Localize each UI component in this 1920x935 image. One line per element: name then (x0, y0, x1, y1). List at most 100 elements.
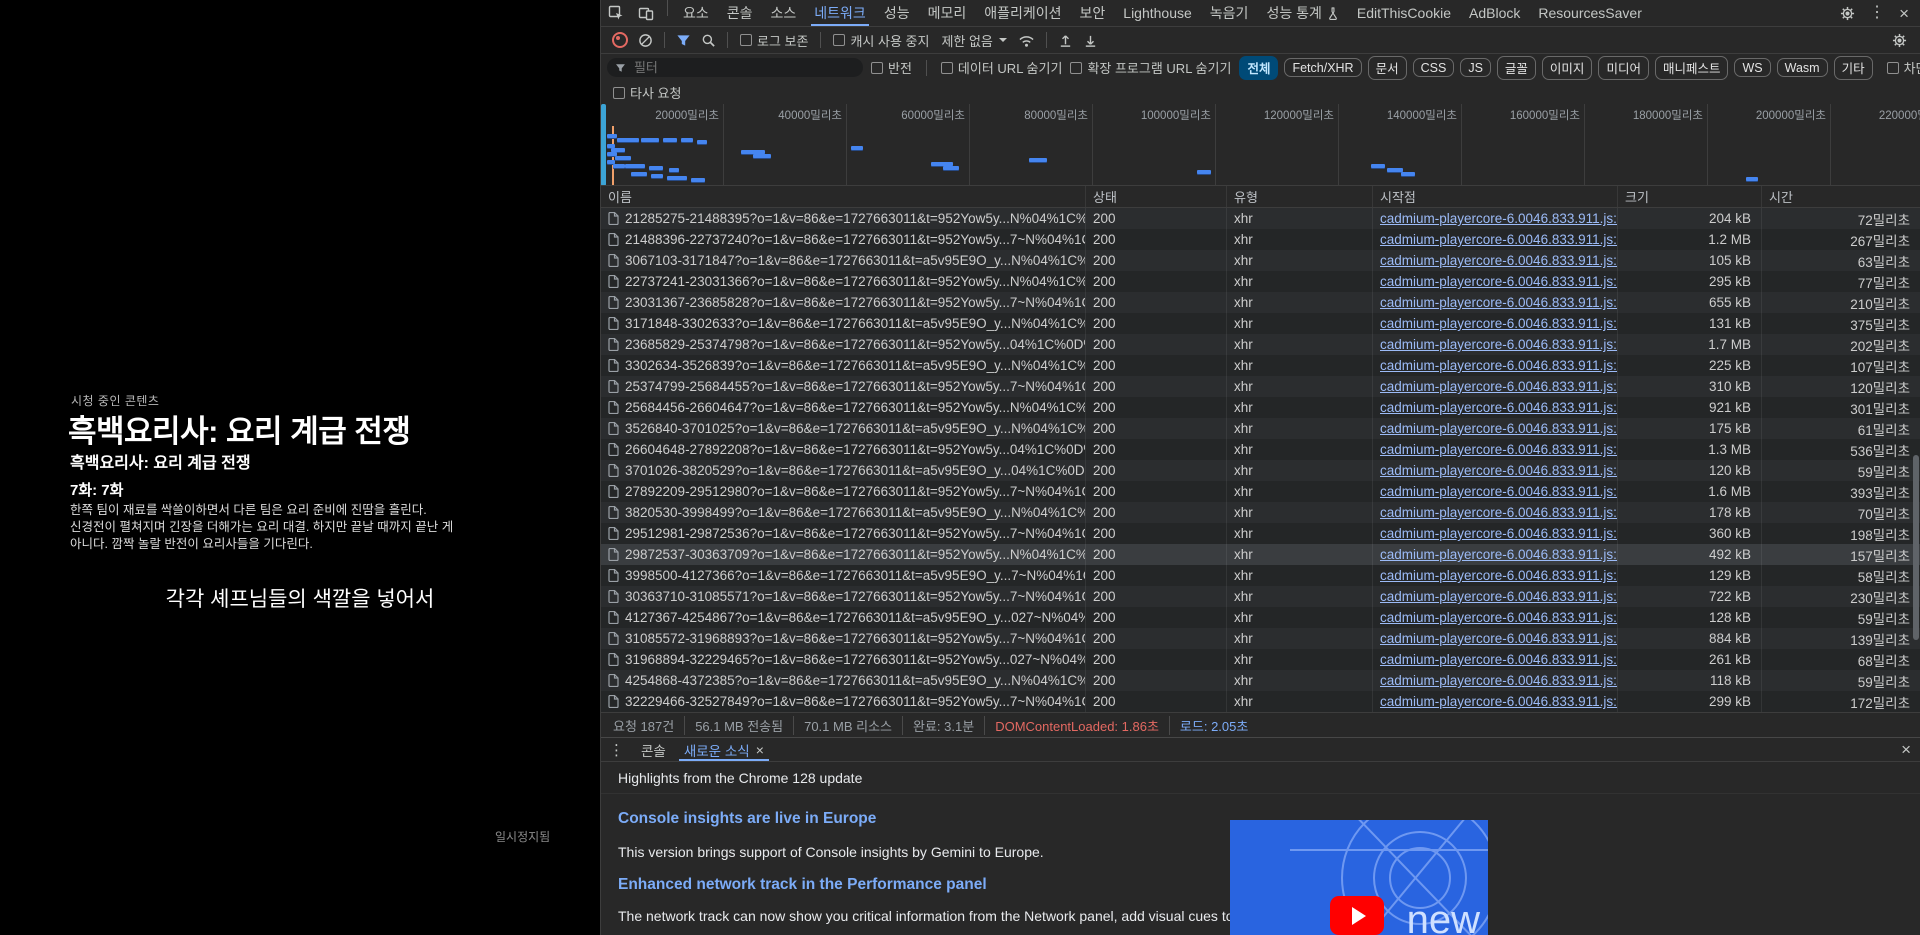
initiator-link[interactable]: cadmium-playercore-6.0046.833.911.js:1 (1380, 253, 1618, 268)
request-name-cell[interactable]: 23685829-25374798?o=1&v=86&e=1727663011&… (601, 334, 1086, 355)
column-header-5[interactable]: 시간 (1762, 186, 1920, 207)
network-overview-timeline[interactable]: 20000밀리초40000밀리초60000밀리초80000밀리초100000밀리… (601, 104, 1920, 186)
checkbox-box[interactable] (871, 62, 883, 74)
tab-lighthouse[interactable]: Lighthouse (1114, 0, 1201, 26)
request-name-cell[interactable]: 3302634-3526839?o=1&v=86&e=1727663011&t=… (601, 355, 1086, 376)
checkbox-box[interactable] (1887, 62, 1899, 74)
table-row[interactable]: 27892209-29512980?o=1&v=86&e=1727663011&… (601, 481, 1920, 502)
network-settings-gear-icon[interactable] (1892, 33, 1915, 48)
request-name-cell[interactable]: 30363710-31085571?o=1&v=86&e=1727663011&… (601, 586, 1086, 607)
table-row[interactable]: 21488396-22737240?o=1&v=86&e=1727663011&… (601, 229, 1920, 250)
tab-콘솔[interactable]: 콘솔 (718, 0, 762, 26)
request-name-cell[interactable]: 3067103-3171847?o=1&v=86&e=1727663011&t=… (601, 250, 1086, 271)
tab-요소[interactable]: 요소 (674, 0, 718, 26)
initiator-link[interactable]: cadmium-playercore-6.0046.833.911.js:1 (1380, 694, 1618, 709)
initiator-link[interactable]: cadmium-playercore-6.0046.833.911.js:1 (1380, 232, 1618, 247)
initiator-link[interactable]: cadmium-playercore-6.0046.833.911.js:1 (1380, 610, 1618, 625)
clear-network-log-icon[interactable] (638, 33, 653, 48)
column-header-3[interactable]: 시작점 (1373, 186, 1618, 207)
request-name-cell[interactable]: 29512981-29872536?o=1&v=86&e=1727663011&… (601, 523, 1086, 544)
table-row[interactable]: 29512981-29872536?o=1&v=86&e=1727663011&… (601, 523, 1920, 544)
table-row[interactable]: 4127367-4254867?o=1&v=86&e=1727663011&t=… (601, 607, 1920, 628)
table-row[interactable]: 23685829-25374798?o=1&v=86&e=1727663011&… (601, 334, 1920, 355)
table-row[interactable]: 3302634-3526839?o=1&v=86&e=1727663011&t=… (601, 355, 1920, 376)
search-icon[interactable] (701, 33, 716, 48)
initiator-link[interactable]: cadmium-playercore-6.0046.833.911.js:1 (1380, 295, 1618, 310)
initiator-link[interactable]: cadmium-playercore-6.0046.833.911.js:1 (1380, 568, 1618, 583)
close-devtools-icon[interactable]: × (1893, 5, 1915, 22)
tab-애플리케이션[interactable]: 애플리케이션 (975, 0, 1070, 26)
third-party-checkbox[interactable]: 타사 요청 (613, 83, 681, 102)
tab-editthiscookie[interactable]: EditThisCookie (1348, 0, 1460, 26)
close-tab-icon[interactable]: × (756, 742, 764, 758)
table-row[interactable]: 25684456-26604647?o=1&v=86&e=1727663011&… (601, 397, 1920, 418)
table-row[interactable]: 3998500-4127366?o=1&v=86&e=1727663011&t=… (601, 565, 1920, 586)
checkbox-box[interactable] (1070, 62, 1082, 74)
initiator-link[interactable]: cadmium-playercore-6.0046.833.911.js:1 (1380, 211, 1618, 226)
request-name-cell[interactable]: 29872537-30363709?o=1&v=86&e=1727663011&… (601, 544, 1086, 565)
initiator-link[interactable]: cadmium-playercore-6.0046.833.911.js:1 (1380, 316, 1618, 331)
initiator-link[interactable]: cadmium-playercore-6.0046.833.911.js:1 (1380, 484, 1618, 499)
initiator-link[interactable]: cadmium-playercore-6.0046.833.911.js:1 (1380, 652, 1618, 667)
request-name-cell[interactable]: 21488396-22737240?o=1&v=86&e=1727663011&… (601, 229, 1086, 250)
filter-input-field[interactable] (607, 58, 863, 77)
request-name-cell[interactable]: 25374799-25684455?o=1&v=86&e=1727663011&… (601, 376, 1086, 397)
initiator-link[interactable]: cadmium-playercore-6.0046.833.911.js:1 (1380, 274, 1618, 289)
table-row[interactable]: 3701026-3820529?o=1&v=86&e=1727663011&t=… (601, 460, 1920, 481)
filter-pill-ws[interactable]: WS (1734, 58, 1770, 77)
article-heading-link[interactable]: Enhanced network track in the Performanc… (618, 876, 987, 894)
column-header-4[interactable]: 크기 (1618, 186, 1762, 207)
export-har-icon[interactable] (1083, 33, 1098, 48)
request-name-cell[interactable]: 32229466-32527849?o=1&v=86&e=1727663011&… (601, 691, 1086, 712)
initiator-link[interactable]: cadmium-playercore-6.0046.833.911.js:1 (1380, 589, 1618, 604)
checkbox-box[interactable] (740, 34, 752, 46)
filter-pill-wasm[interactable]: Wasm (1777, 58, 1828, 77)
filter-funnel-icon[interactable] (676, 33, 691, 48)
request-name-cell[interactable]: 26604648-27892208?o=1&v=86&e=1727663011&… (601, 439, 1086, 460)
initiator-link[interactable]: cadmium-playercore-6.0046.833.911.js:1 (1380, 379, 1618, 394)
tab-네트워크[interactable]: 네트워크 (805, 0, 875, 26)
initiator-link[interactable]: cadmium-playercore-6.0046.833.911.js:1 (1380, 400, 1618, 415)
request-name-cell[interactable]: 25684456-26604647?o=1&v=86&e=1727663011&… (601, 397, 1086, 418)
request-name-cell[interactable]: 4127367-4254867?o=1&v=86&e=1727663011&t=… (601, 607, 1086, 628)
blocked-cookies-checkbox[interactable]: 차단된 응답 쿠키 (1887, 58, 1920, 77)
hide-data-urls-checkbox[interactable]: 데이터 URL 숨기기 (941, 58, 1063, 77)
request-name-cell[interactable]: 21285275-21488395?o=1&v=86&e=1727663011&… (601, 208, 1086, 229)
filter-pill-js[interactable]: JS (1460, 58, 1491, 77)
initiator-link[interactable]: cadmium-playercore-6.0046.833.911.js:1 (1380, 631, 1618, 646)
initiator-link[interactable]: cadmium-playercore-6.0046.833.911.js:1 (1380, 547, 1618, 562)
filter-pill-기타[interactable]: 기타 (1834, 56, 1873, 80)
table-row[interactable]: 3171848-3302633?o=1&v=86&e=1727663011&t=… (601, 313, 1920, 334)
table-row[interactable]: 32229466-32527849?o=1&v=86&e=1727663011&… (601, 691, 1920, 712)
request-name-cell[interactable]: 27892209-29512980?o=1&v=86&e=1727663011&… (601, 481, 1086, 502)
table-row[interactable]: 29872537-30363709?o=1&v=86&e=1727663011&… (601, 544, 1920, 565)
table-row[interactable]: 3820530-3998499?o=1&v=86&e=1727663011&t=… (601, 502, 1920, 523)
initiator-link[interactable]: cadmium-playercore-6.0046.833.911.js:1 (1380, 463, 1618, 478)
tab-resourcessaver[interactable]: ResourcesSaver (1529, 0, 1651, 26)
column-header-0[interactable]: 이름 (601, 186, 1086, 207)
disable-cache-checkbox[interactable]: 캐시 사용 중지 (833, 31, 929, 50)
more-options-icon[interactable]: ⋮ (1863, 5, 1891, 21)
table-scrollbar[interactable] (1913, 455, 1919, 640)
filter-pill-이미지[interactable]: 이미지 (1542, 56, 1593, 80)
checkbox-box[interactable] (613, 87, 625, 99)
request-name-cell[interactable]: 3701026-3820529?o=1&v=86&e=1727663011&t=… (601, 460, 1086, 481)
initiator-link[interactable]: cadmium-playercore-6.0046.833.911.js:1 (1380, 358, 1618, 373)
request-name-cell[interactable]: 23031367-23685828?o=1&v=86&e=1727663011&… (601, 292, 1086, 313)
request-name-cell[interactable]: 31968894-32229465?o=1&v=86&e=1727663011&… (601, 649, 1086, 670)
inspect-element-icon[interactable] (601, 0, 631, 26)
tab-보안[interactable]: 보안 (1071, 0, 1115, 26)
request-name-cell[interactable]: 4254868-4372385?o=1&v=86&e=1727663011&t=… (601, 670, 1086, 691)
table-row[interactable]: 30363710-31085571?o=1&v=86&e=1727663011&… (601, 586, 1920, 607)
hide-extension-urls-checkbox[interactable]: 확장 프로그램 URL 숨기기 (1070, 58, 1231, 77)
invert-checkbox[interactable]: 반전 (871, 58, 912, 77)
tab-adblock[interactable]: AdBlock (1460, 0, 1529, 26)
initiator-link[interactable]: cadmium-playercore-6.0046.833.911.js:1 (1380, 505, 1618, 520)
tab-성능[interactable]: 성능 (875, 0, 919, 26)
initiator-link[interactable]: cadmium-playercore-6.0046.833.911.js:1 (1380, 526, 1618, 541)
initiator-link[interactable]: cadmium-playercore-6.0046.833.911.js:1 (1380, 673, 1618, 688)
request-name-cell[interactable]: 31085572-31968893?o=1&v=86&e=1727663011&… (601, 628, 1086, 649)
filter-pill-fetch-xhr[interactable]: Fetch/XHR (1284, 58, 1361, 77)
column-header-1[interactable]: 상태 (1086, 186, 1227, 207)
checkbox-box[interactable] (833, 34, 845, 46)
